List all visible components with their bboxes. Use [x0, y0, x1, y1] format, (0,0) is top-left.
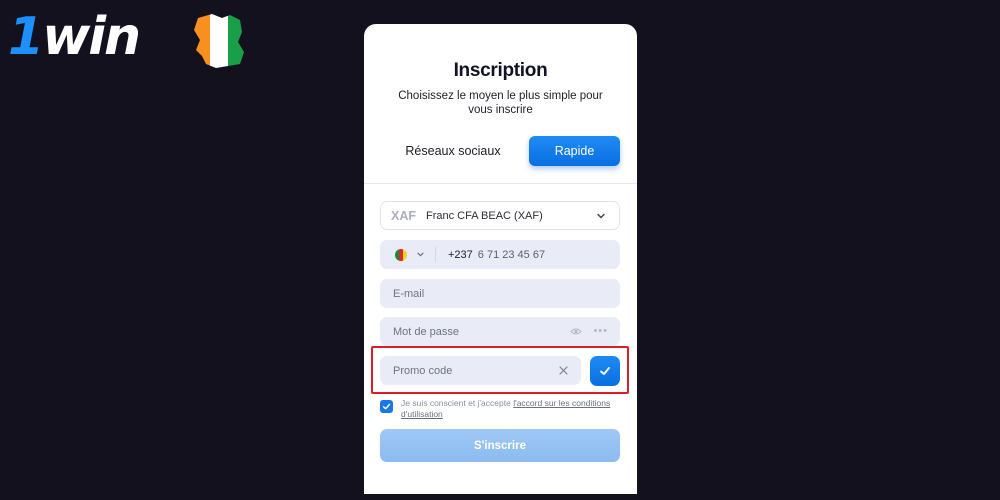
phone-input[interactable]: 6 71 23 45 67	[478, 249, 545, 261]
tab-quick[interactable]: Rapide	[529, 136, 620, 166]
divider	[364, 183, 637, 184]
logo-word: win	[42, 7, 141, 67]
brand-logo: 1win	[4, 4, 244, 70]
checkmark-icon	[382, 403, 391, 410]
terms-text: Je suis conscient et j'accepte l'accord …	[401, 398, 620, 420]
logo-wordmark: 1win	[8, 6, 141, 68]
terms-text-lead: Je suis conscient et j'accepte	[401, 398, 514, 408]
chevron-down-icon[interactable]	[416, 250, 425, 259]
cameroon-flag-icon[interactable]	[395, 248, 407, 261]
phone-separator	[435, 247, 436, 262]
phone-prefix: +237	[448, 248, 473, 261]
currency-code: XAF	[391, 208, 416, 223]
register-button[interactable]: S'inscrire	[380, 429, 620, 462]
password-field[interactable]: Mot de passe •••	[380, 317, 620, 346]
email-placeholder: E-mail	[393, 287, 425, 300]
page-title: Inscription	[453, 60, 548, 81]
terms-agreement: Je suis conscient et j'accepte l'accord …	[380, 398, 620, 420]
terms-checkbox[interactable]	[380, 400, 393, 413]
currency-select[interactable]: XAF Franc CFA BEAC (XAF)	[380, 201, 620, 230]
promo-highlight-box	[371, 346, 629, 394]
password-placeholder: Mot de passe	[393, 325, 460, 338]
logo-digit: 1	[8, 7, 44, 67]
page-subtitle: Choisissez le moyen le plus simple pour …	[398, 90, 603, 116]
currency-label: Franc CFA BEAC (XAF)	[426, 209, 543, 222]
eye-icon[interactable]	[570, 326, 582, 337]
tab-social-networks[interactable]: Réseaux sociaux	[390, 136, 516, 166]
registration-card: Inscription Choisissez le moyen le plus …	[364, 24, 637, 494]
chevron-down-icon	[597, 213, 605, 219]
ivory-coast-map-icon	[194, 14, 244, 68]
phone-field[interactable]: +237 6 71 23 45 67	[380, 240, 620, 269]
email-field[interactable]: E-mail	[380, 279, 620, 308]
more-dots-icon[interactable]: •••	[593, 326, 608, 337]
